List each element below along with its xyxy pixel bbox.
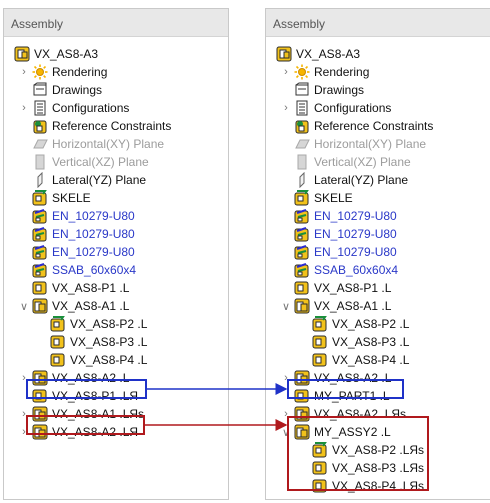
annotation-arrows — [145, 383, 288, 431]
